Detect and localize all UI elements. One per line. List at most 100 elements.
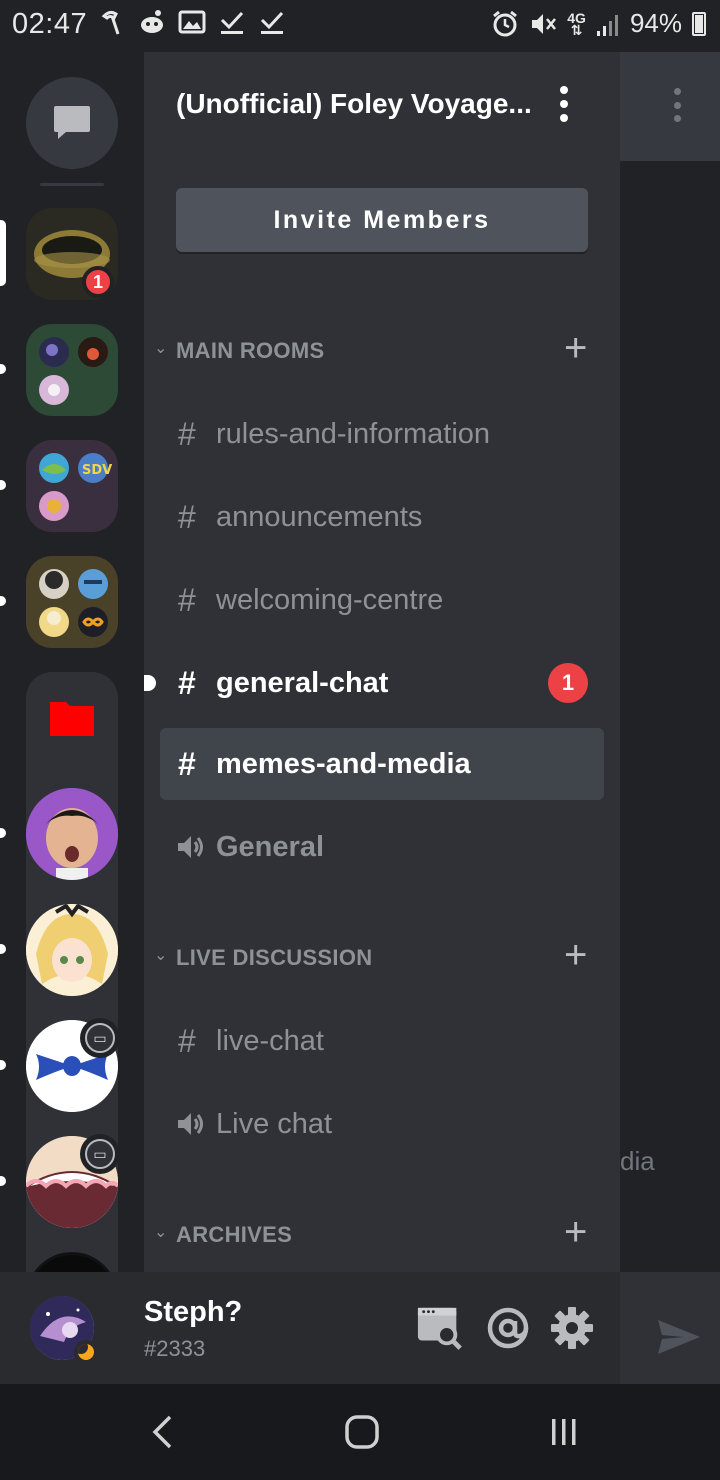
channel-label: live-chat: [216, 1024, 324, 1057]
category-label: MAIN ROOMS: [176, 338, 325, 363]
svg-text:SDV: SDV: [82, 463, 112, 478]
chat-header: [620, 52, 720, 162]
server-folder-3[interactable]: [26, 556, 118, 648]
channel-memes-and-media[interactable]: # memes-and-media: [160, 728, 604, 800]
stream-badge: ▭: [80, 1134, 120, 1174]
unread-indicator: [0, 364, 6, 374]
image-icon: [178, 10, 206, 34]
category-label: LIVE DISCUSSION: [176, 945, 373, 970]
home-button[interactable]: [342, 1412, 382, 1452]
network-4g-icon: 4G ⇅: [567, 9, 586, 38]
status-time: 02:47: [12, 8, 88, 40]
category-label: ARCHIVES: [176, 1222, 293, 1247]
channel-label: general-chat: [216, 666, 389, 699]
battery-icon: [692, 11, 706, 36]
reddit-icon: [141, 10, 163, 33]
idle-status-icon: [74, 1340, 98, 1364]
user-discriminator: #2333: [144, 1336, 206, 1361]
check-icon: [260, 11, 284, 34]
speaker-icon: [160, 1110, 216, 1138]
server-icon-cluster: [39, 337, 108, 405]
mute-icon: [532, 13, 557, 34]
channel-live-chat[interactable]: # live-chat: [160, 1005, 604, 1077]
monitor-icon: ▭: [85, 1023, 115, 1053]
mention-badge: 1: [548, 663, 588, 703]
check-icon: [220, 11, 244, 34]
hash-icon: #: [178, 498, 196, 535]
unread-indicator: [0, 828, 6, 838]
notification-icons: [100, 8, 286, 36]
channel-general-chat[interactable]: # general-chat 1: [144, 647, 604, 719]
hash-icon: #: [178, 415, 196, 452]
category-main-rooms[interactable]: ⌄ MAIN ROOMS +: [144, 326, 620, 372]
unread-indicator: [0, 944, 6, 954]
chevron-down-icon: ⌄: [154, 947, 168, 964]
channel-label: announcements: [216, 500, 423, 533]
send-icon[interactable]: [656, 1318, 702, 1356]
channel-welcoming-centre[interactable]: # welcoming-centre: [160, 564, 604, 636]
selected-indicator: [0, 220, 6, 286]
chat-body: [620, 162, 720, 1272]
tiktok-icon: [101, 10, 120, 35]
unread-indicator: [0, 480, 6, 490]
server-folder-1[interactable]: [26, 324, 118, 416]
at-sign-icon: [487, 1307, 529, 1349]
user-panel: Steph? #2333: [0, 1272, 620, 1384]
unread-indicator: [0, 1060, 6, 1070]
add-channel-icon[interactable]: +: [564, 933, 587, 977]
hash-icon: #: [178, 664, 196, 701]
category-live-discussion[interactable]: ⌄ LIVE DISCUSSION +: [144, 933, 620, 979]
home-icon: [345, 1415, 379, 1449]
unread-indicator: [144, 675, 156, 691]
chat-menu-icon[interactable]: [672, 88, 682, 122]
unread-indicator: [0, 1176, 6, 1186]
back-button[interactable]: [142, 1412, 182, 1452]
direct-messages-button[interactable]: [26, 77, 118, 169]
server-rail: 1 SDV ▭ ▭: [0, 52, 144, 1272]
channel-label: memes-and-media: [216, 747, 471, 780]
server-avatar-face[interactable]: [26, 788, 118, 880]
add-channel-icon[interactable]: +: [564, 1210, 587, 1254]
voice-channel-general[interactable]: General: [160, 811, 604, 883]
gear-icon: [551, 1307, 593, 1349]
invite-members-button[interactable]: Invite Members: [176, 188, 588, 252]
server-ring-badge: 1: [82, 266, 114, 298]
speaker-icon: [160, 833, 216, 861]
hash-icon: #: [178, 745, 196, 782]
channel-panel: (Unofficial) Foley Voyage... Invite Memb…: [144, 52, 620, 1272]
recents-button[interactable]: [544, 1412, 584, 1452]
recents-icon: [552, 1419, 576, 1445]
add-channel-icon[interactable]: +: [564, 326, 587, 370]
unread-indicator: [0, 596, 6, 606]
stream-badge: ▭: [80, 1018, 120, 1058]
system-icons: 4G ⇅ 94%: [491, 8, 706, 39]
hash-icon: #: [178, 581, 196, 618]
chat-bubble-icon: [54, 106, 90, 139]
signal-icon: [596, 14, 618, 36]
monitor-icon: ▭: [85, 1139, 115, 1169]
username[interactable]: Steph?: [144, 1296, 242, 1329]
voice-channel-live-chat[interactable]: Live chat: [160, 1088, 604, 1160]
category-archives[interactable]: ⌄ ARCHIVES +: [144, 1210, 620, 1256]
settings-button[interactable]: [548, 1304, 596, 1352]
server-folder-2[interactable]: SDV: [26, 440, 118, 532]
browse-search-icon: [417, 1307, 462, 1350]
android-nav-bar: [0, 1384, 720, 1480]
folder-icon[interactable]: [48, 698, 96, 738]
server-name[interactable]: (Unofficial) Foley Voyage...: [176, 88, 532, 120]
chevron-down-icon: ⌄: [154, 340, 168, 357]
chat-placeholder-fragment: dia: [620, 1146, 655, 1176]
channel-label: Live chat: [216, 1107, 333, 1140]
server-avatar-anime[interactable]: [26, 904, 118, 996]
channel-announcements[interactable]: # announcements: [160, 481, 604, 553]
server-icon-cluster: SDV: [39, 453, 112, 521]
server-menu-button[interactable]: [554, 86, 574, 122]
message-input-area[interactable]: [620, 1272, 720, 1384]
search-channels-button[interactable]: [416, 1304, 464, 1352]
server-icon-cluster: [39, 569, 108, 637]
chat-peek[interactable]: dia: [620, 52, 720, 1384]
channel-label: rules-and-information: [216, 417, 491, 450]
channel-rules-and-information[interactable]: # rules-and-information: [160, 398, 604, 470]
chevron-down-icon: ⌄: [154, 1224, 168, 1241]
mentions-button[interactable]: [484, 1304, 532, 1352]
